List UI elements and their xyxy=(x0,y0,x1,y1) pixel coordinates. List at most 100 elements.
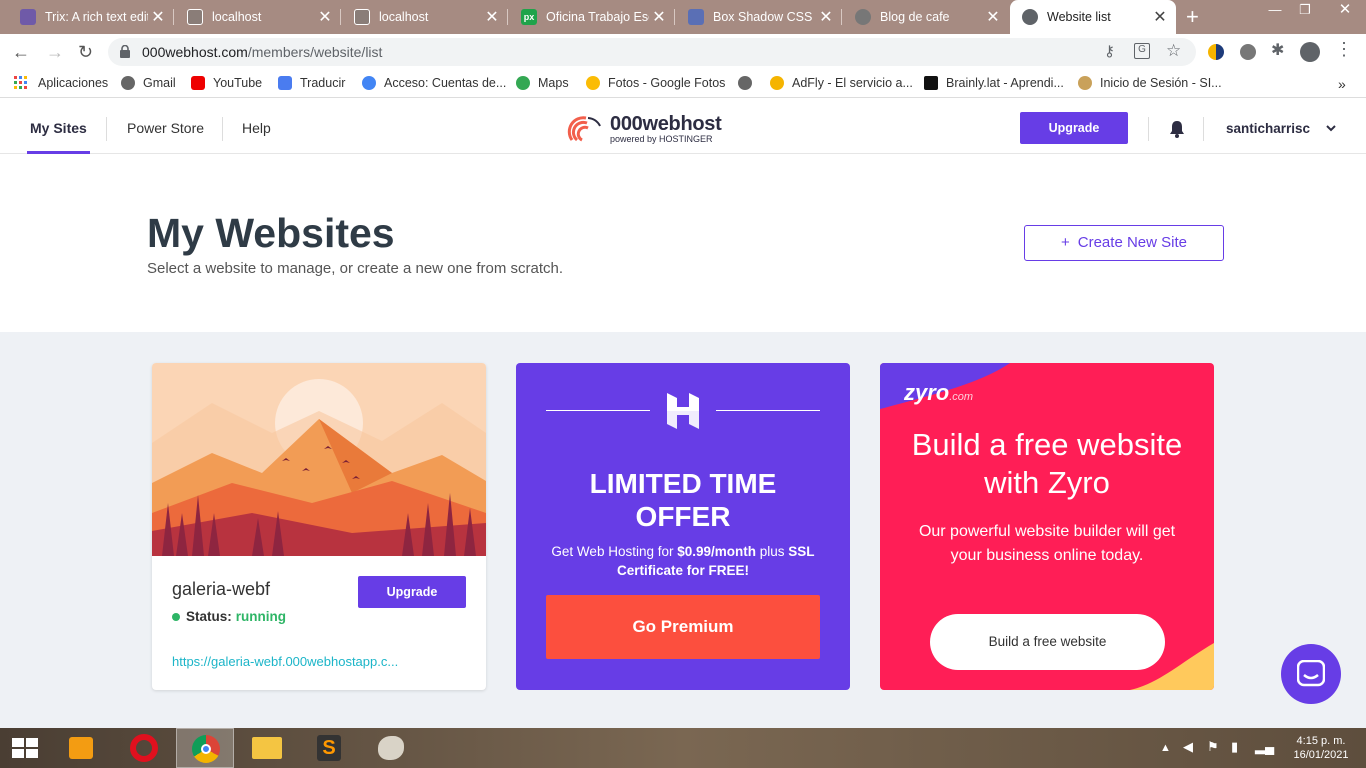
translate-icon[interactable]: G xyxy=(1134,43,1150,59)
close-tab-icon[interactable]: ✕ xyxy=(148,7,168,27)
zyro-logo: zyro.com xyxy=(904,380,974,405)
globe-icon xyxy=(738,76,752,90)
status-dot-icon xyxy=(172,612,180,621)
bookmark-traducir[interactable]: Traducir xyxy=(278,76,345,90)
apps-grid-icon xyxy=(14,76,27,89)
tab-localhost-1[interactable]: localhost ✕ xyxy=(175,0,341,34)
nav-my-sites[interactable]: My Sites xyxy=(27,103,90,154)
key-icon[interactable]: ⚷ xyxy=(1104,42,1115,60)
bookmark-globe[interactable] xyxy=(738,76,760,90)
localhost-favicon-icon xyxy=(354,9,370,25)
clock[interactable]: 4:15 p. m. 16/01/2021 xyxy=(1286,734,1356,762)
translate-icon xyxy=(278,76,292,90)
close-tab-icon[interactable]: ✕ xyxy=(816,7,836,27)
address-bar-row: ← → ↻ 000webhost.com/members/website/lis… xyxy=(0,34,1366,70)
youtube-icon xyxy=(191,76,205,90)
url-text: 000webhost.com/members/website/list xyxy=(142,44,383,60)
chat-icon xyxy=(1297,660,1325,687)
opera-icon[interactable] xyxy=(114,728,172,768)
chat-button[interactable] xyxy=(1281,644,1341,704)
bookmark-maps[interactable]: Maps xyxy=(516,76,569,90)
000webhost-logo-icon xyxy=(567,116,601,142)
tab-trix[interactable]: Trix: A rich text edit ✕ xyxy=(8,0,174,34)
px-favicon-icon: px xyxy=(521,9,537,25)
profile-icon[interactable] xyxy=(1300,42,1320,62)
close-tab-icon[interactable]: ✕ xyxy=(482,7,502,27)
extension-icon[interactable] xyxy=(1240,44,1256,60)
chevron-down-icon[interactable] xyxy=(1326,125,1336,132)
battery-icon[interactable]: ▮ xyxy=(1231,740,1238,754)
page-title: My Websites xyxy=(147,210,395,256)
bookmark-acceso[interactable]: Acceso: Cuentas de... xyxy=(362,76,506,90)
create-new-site-button[interactable]: + Create New Site xyxy=(1024,225,1224,261)
000webhost-logo[interactable]: 000webhost powered by HOSTINGER xyxy=(566,111,722,147)
url-bar[interactable]: 000webhost.com/members/website/list ⚷ G … xyxy=(108,38,1196,66)
windows-taskbar: S ▲ ◀ ⚑ ▮ ▂▄ 4:15 p. m. 16/01/2021 xyxy=(0,728,1366,768)
bookmark-aplicaciones[interactable]: Aplicaciones xyxy=(14,76,108,90)
back-icon[interactable]: ← xyxy=(12,42,30,63)
nav-help[interactable]: Help xyxy=(242,103,271,154)
reload-icon[interactable]: ↻ xyxy=(78,42,93,63)
build-free-website-button[interactable]: Build a free website xyxy=(930,614,1165,670)
photos-icon xyxy=(586,76,600,90)
bookmark-youtube[interactable]: YouTube xyxy=(191,76,262,90)
media-player-icon[interactable] xyxy=(52,728,110,768)
site-nav: My Sites Power Store Help 000webhost pow… xyxy=(0,103,1366,154)
browser-tab-bar: Trix: A rich text edit ✕ localhost ✕ loc… xyxy=(0,0,1366,34)
brainly-icon xyxy=(924,76,938,90)
paint-icon[interactable] xyxy=(362,728,420,768)
star-icon[interactable]: ☆ xyxy=(1166,41,1181,61)
globe-icon xyxy=(855,9,871,25)
page-header: My Websites Select a website to manage, … xyxy=(0,154,1366,332)
restore-icon[interactable]: ❐ xyxy=(1288,0,1322,22)
globe-icon xyxy=(121,76,135,90)
tab-oficina[interactable]: px Oficina Trabajo Esc ✕ xyxy=(509,0,675,34)
menu-icon[interactable]: ⋮ xyxy=(1335,39,1353,60)
windows-start-icon[interactable] xyxy=(12,738,38,758)
tab-box-shadow[interactable]: Box Shadow CSS Ge ✕ xyxy=(676,0,842,34)
bookmark-inicio-sesion[interactable]: Inicio de Sesión - SI... xyxy=(1078,76,1222,90)
bookmark-brainly[interactable]: Brainly.lat - Aprendi... xyxy=(924,76,1064,90)
website-upgrade-button[interactable]: Upgrade xyxy=(358,576,466,608)
bell-icon[interactable] xyxy=(1169,120,1185,138)
show-hidden-icons[interactable]: ▲ xyxy=(1160,741,1171,755)
user-menu[interactable]: santicharrisc xyxy=(1226,121,1310,136)
cards-area: galeria-webf Status: running Upgrade http… xyxy=(0,332,1366,728)
extension-icon[interactable] xyxy=(1208,44,1224,60)
bookmark-adfly[interactable]: AdFly - El servicio a... xyxy=(770,76,913,90)
zyro-subtitle: Our powerful website builder will get yo… xyxy=(918,523,1176,564)
network-icon[interactable]: ▂▄ xyxy=(1255,740,1274,754)
close-window-icon[interactable]: ✕ xyxy=(1324,0,1366,22)
volume-icon[interactable]: ◀ xyxy=(1183,740,1193,754)
tab-blog-cafe[interactable]: Blog de cafe ✕ xyxy=(843,0,1009,34)
new-tab-icon[interactable]: + xyxy=(1186,4,1199,30)
puzzle-icon[interactable]: ✱ xyxy=(1271,40,1284,60)
website-thumbnail-illustration xyxy=(152,363,486,556)
file-explorer-icon[interactable] xyxy=(238,728,296,768)
chrome-icon[interactable] xyxy=(176,728,234,768)
flag-icon[interactable]: ⚑ xyxy=(1207,740,1219,754)
forward-icon[interactable]: → xyxy=(46,42,64,63)
bookmark-fotos[interactable]: Fotos - Google Fotos xyxy=(586,76,725,90)
page-subtitle: Select a website to manage, or create a … xyxy=(147,260,564,277)
bookmarks-bar: Aplicaciones Gmail YouTube Traducir Acce… xyxy=(0,70,1366,98)
more-bookmarks-icon[interactable]: » xyxy=(1338,76,1346,92)
close-tab-icon[interactable]: ✕ xyxy=(315,7,335,27)
website-url-link[interactable]: https://galeria-webf.000webhostapp.c... xyxy=(172,654,398,669)
go-premium-button[interactable]: Go Premium xyxy=(546,595,820,659)
nav-power-store[interactable]: Power Store xyxy=(127,103,204,154)
close-tab-icon[interactable]: ✕ xyxy=(1150,7,1170,27)
close-tab-icon[interactable]: ✕ xyxy=(983,7,1003,27)
localhost-favicon-icon xyxy=(187,9,203,25)
close-tab-icon[interactable]: ✕ xyxy=(649,7,669,27)
bookmark-gmail[interactable]: Gmail xyxy=(121,76,176,90)
trix-favicon-icon xyxy=(20,9,36,25)
tab-website-list[interactable]: Website list ✕ xyxy=(1010,0,1176,34)
tab-localhost-2[interactable]: localhost ✕ xyxy=(342,0,508,34)
sublime-text-icon[interactable]: S xyxy=(300,728,358,768)
plus-icon: + xyxy=(1061,234,1070,251)
website-card[interactable]: galeria-webf Status: running Upgrade http… xyxy=(152,363,486,690)
website-status: Status: running xyxy=(172,609,286,624)
upgrade-button[interactable]: Upgrade xyxy=(1020,112,1128,144)
minimize-icon[interactable]: — xyxy=(1258,0,1292,22)
